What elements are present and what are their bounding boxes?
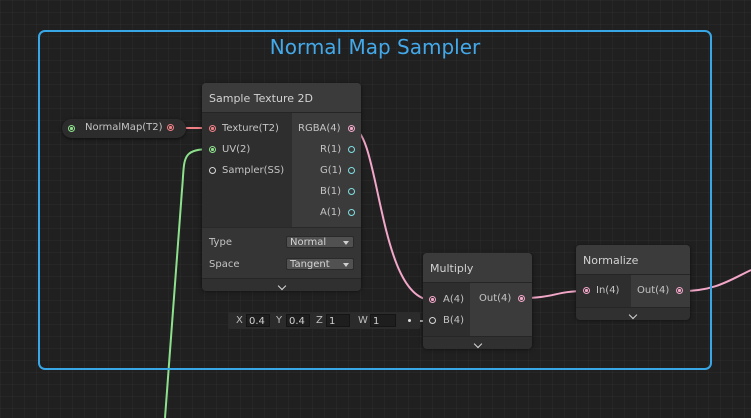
port-uv-label: UV(2) xyxy=(222,144,251,155)
port-rgba-icon[interactable] xyxy=(348,125,355,132)
port-r-label: R(1) xyxy=(320,144,342,155)
port-in-label: In(4) xyxy=(596,285,620,296)
port-texture-icon[interactable] xyxy=(209,125,216,132)
connector-dot-icon xyxy=(408,319,411,322)
x-field[interactable]: 0.4 xyxy=(246,314,270,327)
port-a-label: A(4) xyxy=(443,294,465,305)
y-label: Y xyxy=(276,315,283,326)
port-g-label: G(1) xyxy=(320,165,342,176)
port-r-icon[interactable] xyxy=(348,146,355,153)
chevron-down-icon xyxy=(628,310,638,320)
port-uv-icon[interactable] xyxy=(209,146,216,153)
port-rgba[interactable]: RGBA(4) xyxy=(292,122,361,136)
w-label: W xyxy=(358,315,368,326)
port-texture-label: Texture(T2) xyxy=(222,123,279,134)
port-b[interactable]: B(1) xyxy=(292,185,361,199)
z-field[interactable]: 1 xyxy=(326,314,350,327)
port-out-label: Out(4) xyxy=(637,285,670,296)
property-label: NormalMap(T2) xyxy=(85,122,163,133)
port-out-icon[interactable] xyxy=(518,295,525,302)
port-g-icon[interactable] xyxy=(348,167,355,174)
port-a[interactable]: A(1) xyxy=(292,206,361,220)
normalize-node[interactable]: Normalize In(4) Out(4) xyxy=(576,245,690,320)
type-dropdown[interactable]: Normal xyxy=(286,236,354,248)
input-ports: In(4) xyxy=(576,275,631,307)
group-title[interactable]: Normal Map Sampler xyxy=(40,35,710,59)
z-label: Z xyxy=(316,315,323,326)
multiply-node[interactable]: Multiply A(4) B(4) Out(4) xyxy=(423,253,532,349)
port-sampler-label: Sampler(SS) xyxy=(222,165,285,176)
port-b-icon[interactable] xyxy=(348,188,355,195)
vector4-inline-input[interactable]: X 0.4 Y 0.4 Z 1 W 1 xyxy=(228,312,420,329)
type-value: Normal xyxy=(290,237,327,248)
normalmap-property-node[interactable]: NormalMap(T2) xyxy=(62,119,186,138)
port-out[interactable]: Out(4) xyxy=(470,292,532,306)
node-properties: Type Normal Space Tangent xyxy=(202,227,361,279)
port-a-icon[interactable] xyxy=(429,296,436,303)
port-out-label: Out(4) xyxy=(479,293,512,304)
output-ports: Out(4) xyxy=(631,275,690,307)
space-label: Space xyxy=(209,259,240,270)
node-title[interactable]: Multiply xyxy=(423,253,532,283)
port-a-icon[interactable] xyxy=(348,209,355,216)
sample-texture-2d-node[interactable]: Sample Texture 2D Texture(T2) UV(2) Samp… xyxy=(202,83,361,291)
node-title[interactable]: Normalize xyxy=(576,245,690,275)
dropdown-arrow-icon xyxy=(343,263,349,267)
port-g[interactable]: G(1) xyxy=(292,164,361,178)
input-ports: Texture(T2) UV(2) Sampler(SS) xyxy=(202,113,292,227)
collapse-toggle[interactable] xyxy=(202,278,361,291)
node-title[interactable]: Sample Texture 2D xyxy=(202,83,361,113)
port-rgba-label: RGBA(4) xyxy=(298,123,341,134)
property-indicator-icon xyxy=(68,125,75,132)
property-output-port[interactable] xyxy=(167,124,174,131)
port-sampler-icon[interactable] xyxy=(209,167,216,174)
port-r[interactable]: R(1) xyxy=(292,143,361,157)
port-a-label: A(1) xyxy=(320,207,342,218)
collapse-toggle[interactable] xyxy=(423,336,532,349)
port-b-icon[interactable] xyxy=(429,317,436,324)
w-field[interactable]: 1 xyxy=(370,314,396,327)
port-b-label: B(1) xyxy=(320,186,342,197)
space-dropdown[interactable]: Tangent xyxy=(286,258,354,270)
output-ports: RGBA(4) R(1) G(1) B(1) A(1) xyxy=(292,113,361,227)
y-field[interactable]: 0.4 xyxy=(286,314,310,327)
dropdown-arrow-icon xyxy=(343,241,349,245)
output-ports: Out(4) xyxy=(470,283,532,336)
port-in-icon[interactable] xyxy=(583,287,590,294)
chevron-down-icon xyxy=(277,281,286,291)
port-b-label: B(4) xyxy=(443,315,465,326)
x-label: X xyxy=(236,315,243,326)
chevron-down-icon xyxy=(473,339,482,349)
type-label: Type xyxy=(209,237,232,248)
space-value: Tangent xyxy=(290,259,330,270)
port-out-icon[interactable] xyxy=(676,287,683,294)
input-ports: A(4) B(4) xyxy=(423,283,470,336)
port-out[interactable]: Out(4) xyxy=(631,284,690,298)
collapse-toggle[interactable] xyxy=(576,307,690,320)
